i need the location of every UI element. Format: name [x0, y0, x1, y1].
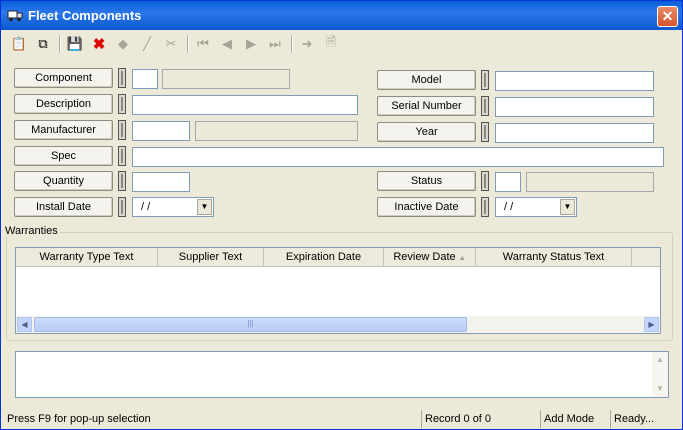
- spec-field[interactable]: [132, 147, 664, 167]
- serial-number-field[interactable]: [495, 97, 654, 117]
- manufacturer-button[interactable]: Manufacturer: [14, 120, 113, 140]
- inactive-date-marker: [481, 197, 489, 217]
- component-name-field: [162, 69, 290, 89]
- pencil-icon[interactable]: ╱: [136, 33, 158, 55]
- description-button[interactable]: Description: [14, 94, 113, 114]
- window-title: Fleet Components: [28, 8, 142, 23]
- inactive-date-button[interactable]: Inactive Date: [377, 197, 476, 217]
- description-marker: [118, 94, 126, 114]
- delete-icon[interactable]: ✖: [88, 33, 110, 55]
- description-field[interactable]: [132, 95, 358, 115]
- serial-number-button[interactable]: Serial Number: [377, 96, 476, 116]
- vertical-scrollbar[interactable]: ▲ ▼: [652, 352, 668, 397]
- inactive-date-picker[interactable]: / / ▼: [495, 197, 577, 217]
- grid-header: Warranty Type Text Supplier Text Expirat…: [16, 248, 660, 267]
- fleet-components-window: Fleet Components ✕ 📋 ⧉ 💾 ✖ ◆ ╱ ✂ ⏮ ◀ ▶ ⏭…: [0, 0, 683, 430]
- component-button[interactable]: Component: [14, 68, 113, 88]
- status-marker: [481, 171, 489, 191]
- model-button[interactable]: Model: [377, 70, 476, 90]
- warranties-grid[interactable]: Warranty Type Text Supplier Text Expirat…: [15, 247, 661, 334]
- scroll-down-icon[interactable]: ▼: [653, 382, 667, 396]
- column-expiration-date[interactable]: Expiration Date: [264, 248, 384, 266]
- status-mode: Add Mode: [540, 410, 608, 428]
- truck-icon: [7, 10, 23, 22]
- year-button[interactable]: Year: [377, 122, 476, 142]
- status-hint: Press F9 for pop-up selection: [7, 413, 151, 425]
- export-icon[interactable]: 🗎: [320, 33, 342, 55]
- manufacturer-name-field: [195, 121, 358, 141]
- status-record: Record 0 of 0: [421, 410, 538, 428]
- notes-textarea[interactable]: ▲ ▼: [15, 351, 669, 398]
- year-marker: [481, 122, 489, 142]
- next-record-icon[interactable]: ▶: [240, 33, 262, 55]
- column-supplier[interactable]: Supplier Text: [158, 248, 264, 266]
- inactive-date-value: / /: [504, 201, 514, 213]
- column-warranty-type[interactable]: Warranty Type Text: [16, 248, 158, 266]
- status-button[interactable]: Status: [377, 171, 476, 191]
- spec-button[interactable]: Spec: [14, 146, 113, 166]
- paste-icon[interactable]: ⧉: [32, 33, 54, 55]
- chevron-down-icon[interactable]: ▼: [560, 199, 575, 215]
- component-marker: [118, 68, 126, 88]
- install-date-picker[interactable]: / / ▼: [132, 197, 214, 217]
- quantity-marker: [118, 171, 126, 191]
- goto-icon[interactable]: ➜: [296, 33, 318, 55]
- status-state: Ready...: [610, 410, 680, 428]
- toolbar: 📋 ⧉ 💾 ✖ ◆ ╱ ✂ ⏮ ◀ ▶ ⏭ ➜ 🗎: [6, 33, 676, 57]
- copy-icon[interactable]: 📋: [8, 33, 30, 55]
- close-button[interactable]: ✕: [657, 6, 678, 27]
- scroll-up-icon[interactable]: ▲: [653, 353, 667, 367]
- manufacturer-code-field[interactable]: [132, 121, 190, 141]
- last-record-icon[interactable]: ⏭: [264, 33, 286, 55]
- serial-number-marker: [481, 96, 489, 116]
- component-code-field[interactable]: [132, 69, 158, 89]
- quantity-button[interactable]: Quantity: [14, 171, 113, 191]
- warranties-legend: Warranties: [3, 225, 60, 237]
- spec-marker: [118, 146, 126, 166]
- status-bar: Press F9 for pop-up selection Record 0 o…: [1, 408, 682, 429]
- scroll-left-icon[interactable]: ◀: [17, 317, 32, 332]
- sort-ascending-icon: ▲: [458, 255, 466, 262]
- eraser-icon[interactable]: ◆: [112, 33, 134, 55]
- install-date-value: / /: [141, 201, 151, 213]
- title-bar[interactable]: Fleet Components ✕: [1, 1, 682, 30]
- scissors-icon[interactable]: ✂: [160, 33, 182, 55]
- install-date-button[interactable]: Install Date: [14, 197, 113, 217]
- install-date-marker: [118, 197, 126, 217]
- model-field[interactable]: [495, 71, 654, 91]
- scroll-thumb[interactable]: |||: [34, 317, 467, 332]
- model-marker: [481, 70, 489, 90]
- previous-record-icon[interactable]: ◀: [216, 33, 238, 55]
- column-review-date-label: Review Date: [393, 251, 456, 263]
- save-icon[interactable]: 💾: [64, 33, 86, 55]
- column-warranty-status[interactable]: Warranty Status Text: [476, 248, 632, 266]
- year-field[interactable]: [495, 123, 654, 143]
- manufacturer-marker: [118, 120, 126, 140]
- chevron-down-icon[interactable]: ▼: [197, 199, 212, 215]
- column-review-date[interactable]: Review Date ▲: [384, 248, 476, 266]
- horizontal-scrollbar[interactable]: ◀ ||| ▶: [16, 316, 660, 333]
- quantity-field[interactable]: [132, 172, 190, 192]
- status-name-field: [526, 172, 654, 192]
- scroll-right-icon[interactable]: ▶: [644, 317, 659, 332]
- status-code-field[interactable]: [495, 172, 521, 192]
- first-record-icon[interactable]: ⏮: [192, 33, 214, 55]
